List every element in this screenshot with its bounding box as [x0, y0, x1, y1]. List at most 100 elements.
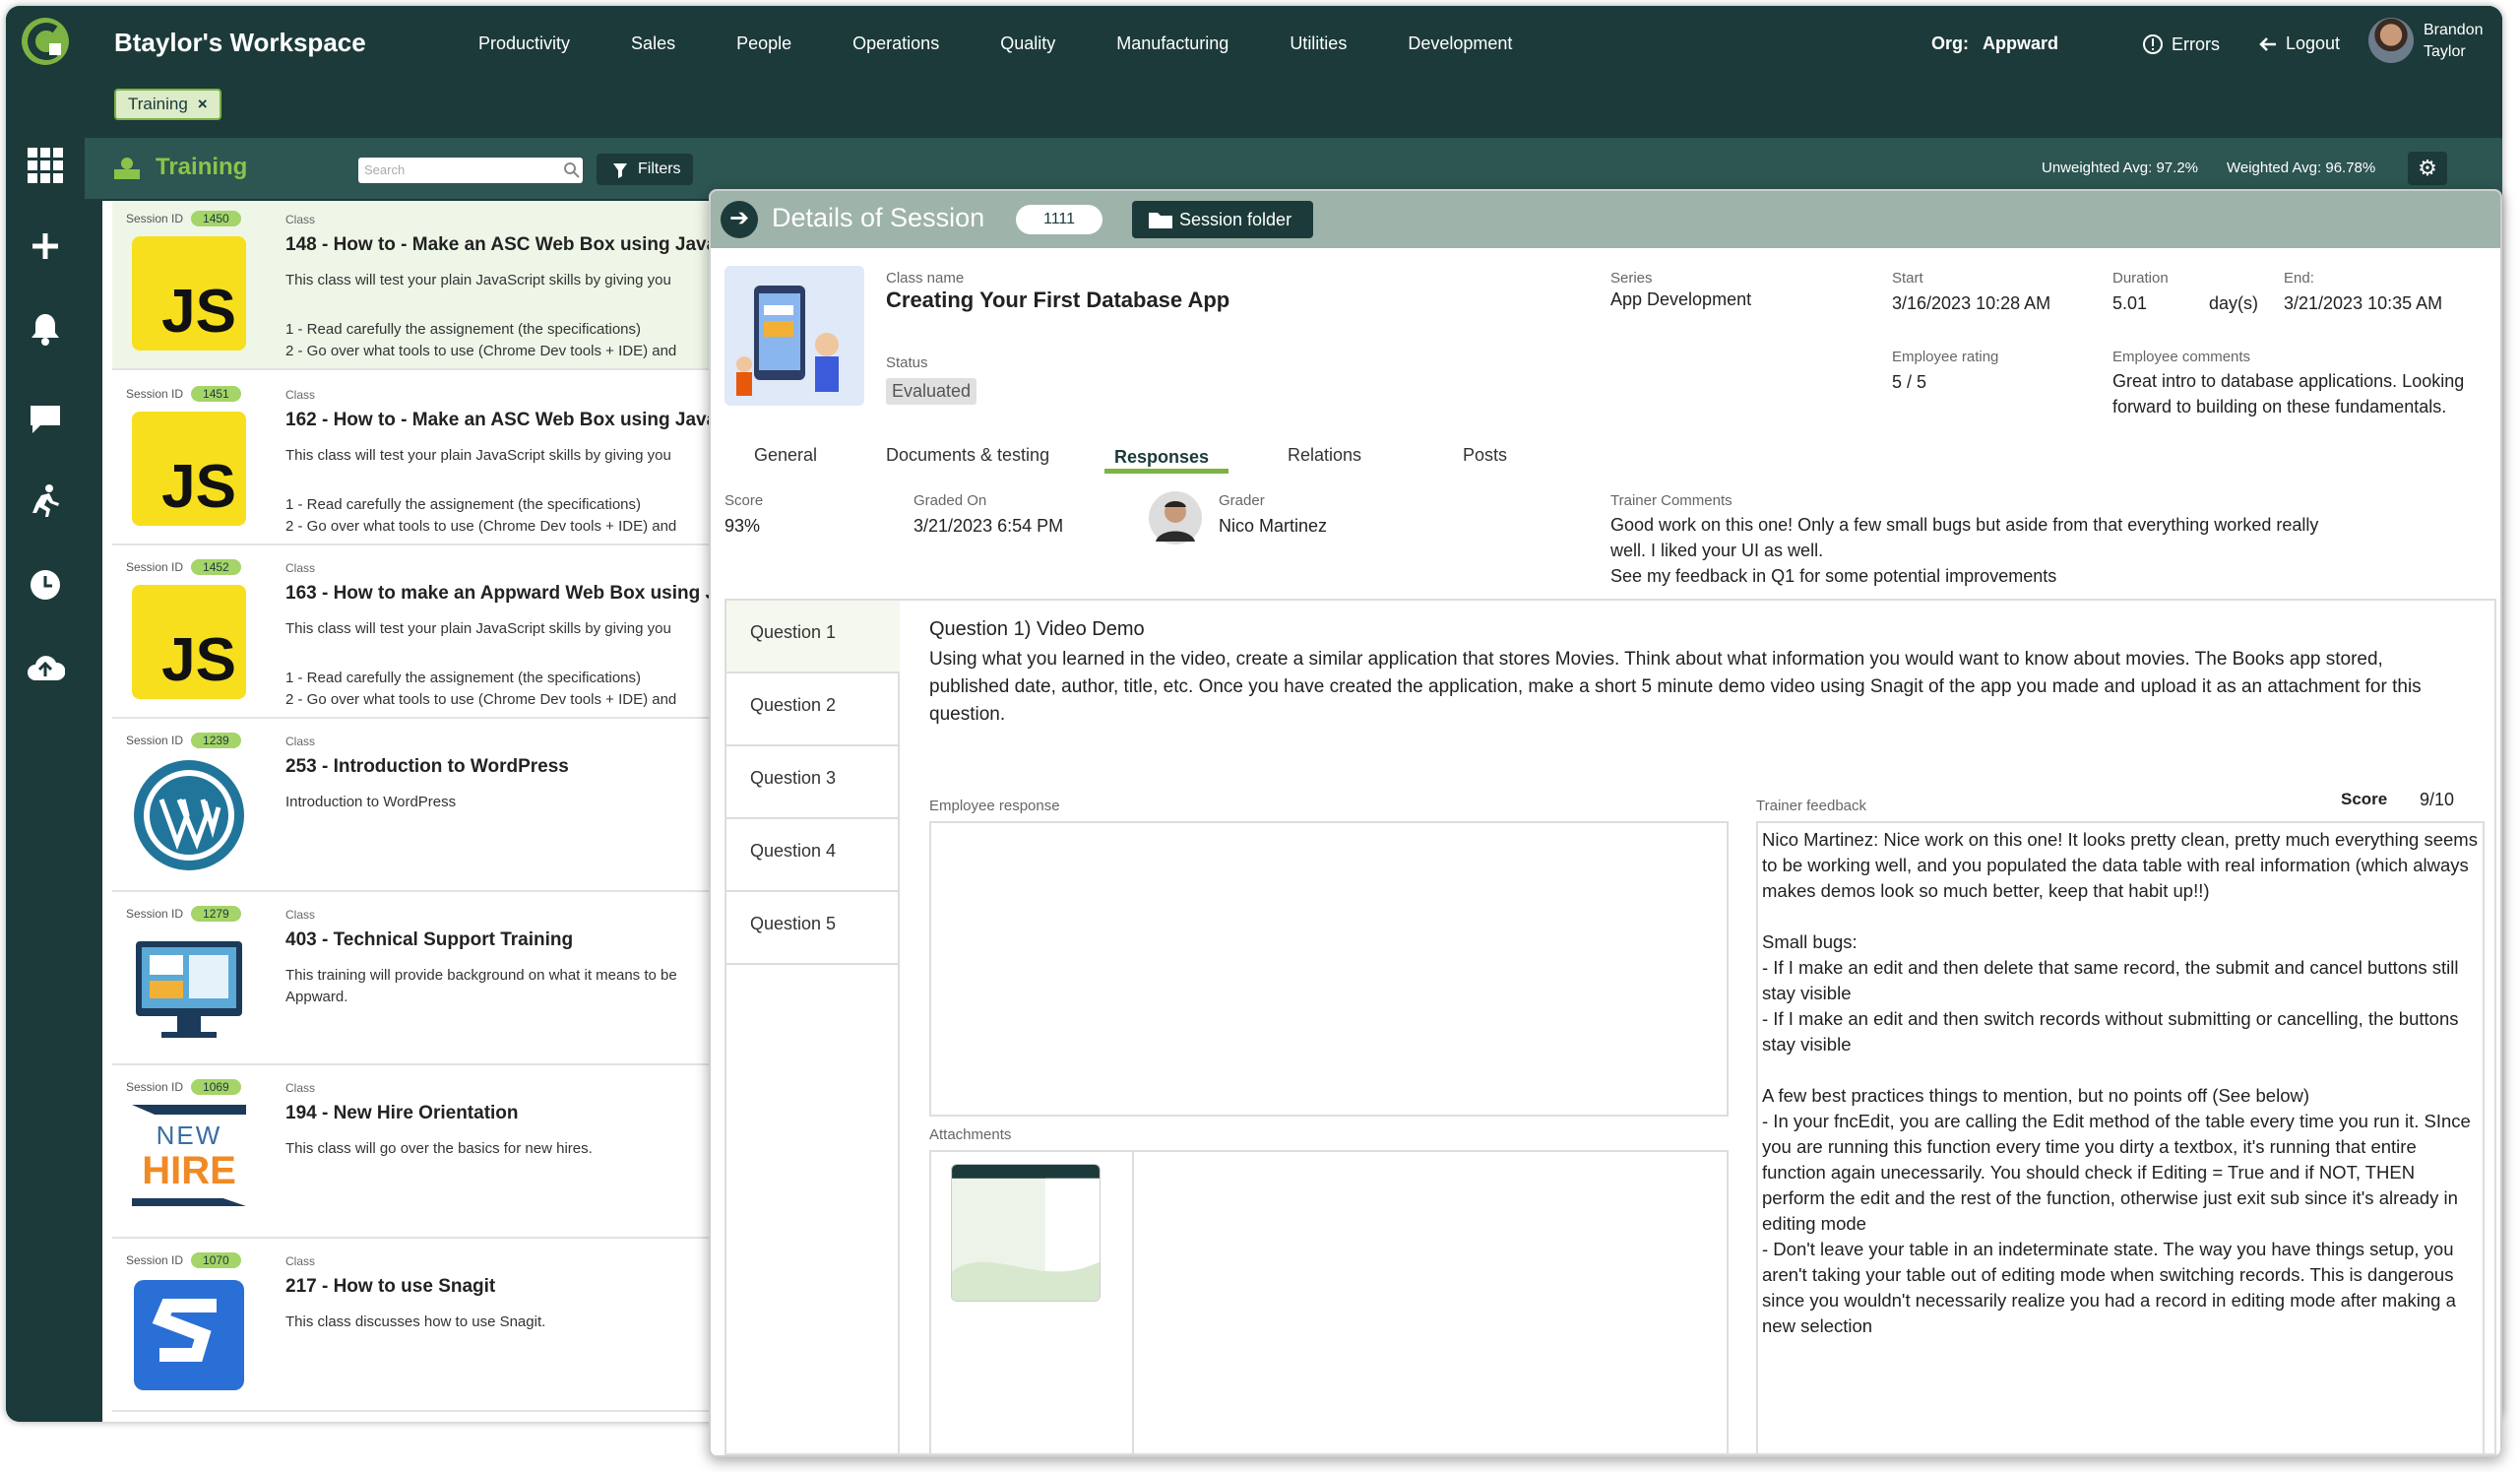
monitor-icon: [136, 941, 242, 1038]
status-label: Status: [886, 354, 928, 371]
question-title: Question 1) Video Demo: [929, 618, 1145, 640]
nav-productivity[interactable]: Productivity: [478, 33, 570, 54]
session-card[interactable]: Session ID 1069 NEW HIRE Class 194 - New …: [112, 1069, 732, 1239]
cloud-upload-icon[interactable]: [24, 646, 67, 689]
class-title: 148 - How to - Make an ASC Web Box using…: [285, 234, 732, 255]
javascript-logo: JS: [132, 412, 246, 526]
session-id-badge: 1451: [191, 386, 241, 402]
class-name: Creating Your First Database App: [886, 288, 1230, 312]
search-input[interactable]: Search: [358, 158, 583, 183]
question-tab-2[interactable]: Question 2: [726, 673, 900, 746]
org-value: Appward: [1983, 33, 2059, 53]
workspace-title[interactable]: Btaylor's Workspace: [114, 28, 366, 58]
left-rail: [6, 6, 85, 1422]
employee-comments-label: Employee comments: [2112, 349, 2251, 365]
chip-close-icon[interactable]: ×: [198, 95, 208, 113]
end-value: 3/21/2023 10:35 AM: [2284, 293, 2443, 313]
session-id: Session ID 1450: [126, 211, 241, 226]
nav-development[interactable]: Development: [1408, 33, 1512, 54]
class-description: This training will provide background on…: [285, 967, 677, 1005]
class-label: Class: [285, 388, 316, 402]
graded-on-value: 3/21/2023 6:54 PM: [914, 516, 1064, 536]
add-icon[interactable]: [24, 224, 67, 268]
bell-icon[interactable]: [24, 307, 67, 351]
end-label: End:: [2284, 270, 2314, 287]
chat-icon[interactable]: [24, 398, 67, 441]
class-label: Class: [285, 908, 316, 922]
session-id-badge: 1239: [191, 733, 241, 748]
tab-responses[interactable]: Responses: [1114, 447, 1209, 468]
user-name[interactable]: Brandon Taylor: [2424, 20, 2484, 63]
session-id: Session ID 1279: [126, 906, 241, 922]
nav-manufacturing[interactable]: Manufacturing: [1116, 33, 1228, 54]
filter-funnel-icon: [613, 163, 627, 178]
class-notes: 1 - Read carefully the assignement (the …: [285, 496, 677, 535]
snagit-logo: [134, 1280, 244, 1390]
nav-utilities[interactable]: Utilities: [1290, 33, 1347, 54]
question-tab-4[interactable]: Question 4: [726, 819, 900, 892]
apps-grid-icon[interactable]: [24, 144, 67, 187]
clock-icon[interactable]: [24, 563, 67, 607]
errors-button[interactable]: Errors: [2142, 33, 2220, 55]
org-selector[interactable]: Org: Appward: [1931, 33, 2072, 54]
employee-response-field[interactable]: [929, 821, 1729, 1117]
session-card[interactable]: Session ID 1452 JS Class 163 - How to mak…: [112, 549, 732, 719]
unweighted-avg: Unweighted Avg: 97.2%: [2042, 160, 2199, 176]
question-nav: Question 1 Question 2 Question 3 Questio…: [726, 601, 900, 1453]
start-value: 3/16/2023 10:28 AM: [1892, 293, 2051, 313]
class-description: Introduction to WordPress: [285, 794, 457, 810]
session-card[interactable]: Session ID 1450 JS Class 148 - How to - M…: [112, 201, 732, 370]
session-card[interactable]: Session ID 1070 Class 217 - How to use Sn…: [112, 1243, 732, 1412]
user-avatar[interactable]: [2368, 18, 2414, 63]
tab-documents-testing[interactable]: Documents & testing: [886, 445, 1049, 466]
series-value: App Development: [1610, 289, 1752, 309]
grader-label: Grader: [1219, 492, 1265, 509]
panel-title: Details of Session: [772, 203, 985, 232]
class-label: Class: [285, 1081, 316, 1095]
logout-button[interactable]: Logout: [2258, 33, 2340, 54]
appward-logo[interactable]: [20, 16, 71, 67]
trainer-feedback-field[interactable]: Nico Martinez: Nice work on this one! It…: [1756, 821, 2485, 1455]
nav-sales[interactable]: Sales: [631, 33, 675, 54]
series-label: Series: [1610, 270, 1653, 287]
filter-chip-training[interactable]: Training ×: [114, 89, 221, 120]
graded-on-label: Graded On: [914, 492, 987, 509]
employee-rating: 5 / 5: [1892, 372, 1927, 392]
nav-operations[interactable]: Operations: [852, 33, 939, 54]
attachments-area: [929, 1150, 1729, 1455]
class-label: Class: [285, 561, 316, 575]
feedback-score-label: Score: [2341, 790, 2388, 808]
trainer-feedback-label: Trainer feedback: [1756, 798, 1867, 814]
top-bar: Btaylor's Workspace Productivity Sales P…: [85, 6, 2502, 77]
session-card[interactable]: Session ID 1279 Class 403 - Technical Sup…: [112, 896, 732, 1065]
attachment-thumbnail[interactable]: [951, 1164, 1101, 1302]
arrow-right-icon[interactable]: ➔: [721, 201, 758, 238]
filters-button[interactable]: Filters: [597, 154, 693, 185]
settings-gear-icon[interactable]: ⚙: [2408, 152, 2447, 185]
question-tab-5[interactable]: Question 5: [726, 892, 900, 965]
question-tab-3[interactable]: Question 3: [726, 746, 900, 819]
score-value: 93%: [724, 516, 761, 536]
tab-relations[interactable]: Relations: [1288, 445, 1361, 466]
tab-general[interactable]: General: [754, 445, 817, 466]
class-description: This class will test your plain JavaScri…: [285, 620, 671, 637]
question-tab-1[interactable]: Question 1: [726, 601, 900, 673]
nav-quality[interactable]: Quality: [1000, 33, 1055, 54]
class-title: 194 - New Hire Orientation: [285, 1103, 519, 1123]
running-person-icon[interactable]: [24, 479, 67, 522]
score-label: Score: [724, 492, 764, 509]
session-id: Session ID 1451: [126, 386, 241, 402]
session-card[interactable]: Session ID 1451 JS Class 162 - How to - M…: [112, 376, 732, 545]
details-tabs: General Documents & testing Responses Re…: [711, 437, 2500, 477]
class-title: 163 - How to make an Appward Web Box usi…: [285, 583, 732, 604]
javascript-logo: JS: [132, 585, 246, 699]
class-label: Class: [285, 1254, 316, 1268]
search-icon[interactable]: [563, 161, 581, 179]
tab-posts[interactable]: Posts: [1463, 445, 1507, 466]
session-folder-label: Session folder: [1179, 210, 1292, 229]
question-area: Question 1 Question 2 Question 3 Questio…: [724, 599, 2496, 1455]
class-description: This class will go over the basics for n…: [285, 1140, 593, 1157]
nav-people[interactable]: People: [736, 33, 791, 54]
session-card[interactable]: Session ID 1239 Class 253 - Introduction …: [112, 723, 732, 892]
class-title: 217 - How to use Snagit: [285, 1276, 496, 1297]
